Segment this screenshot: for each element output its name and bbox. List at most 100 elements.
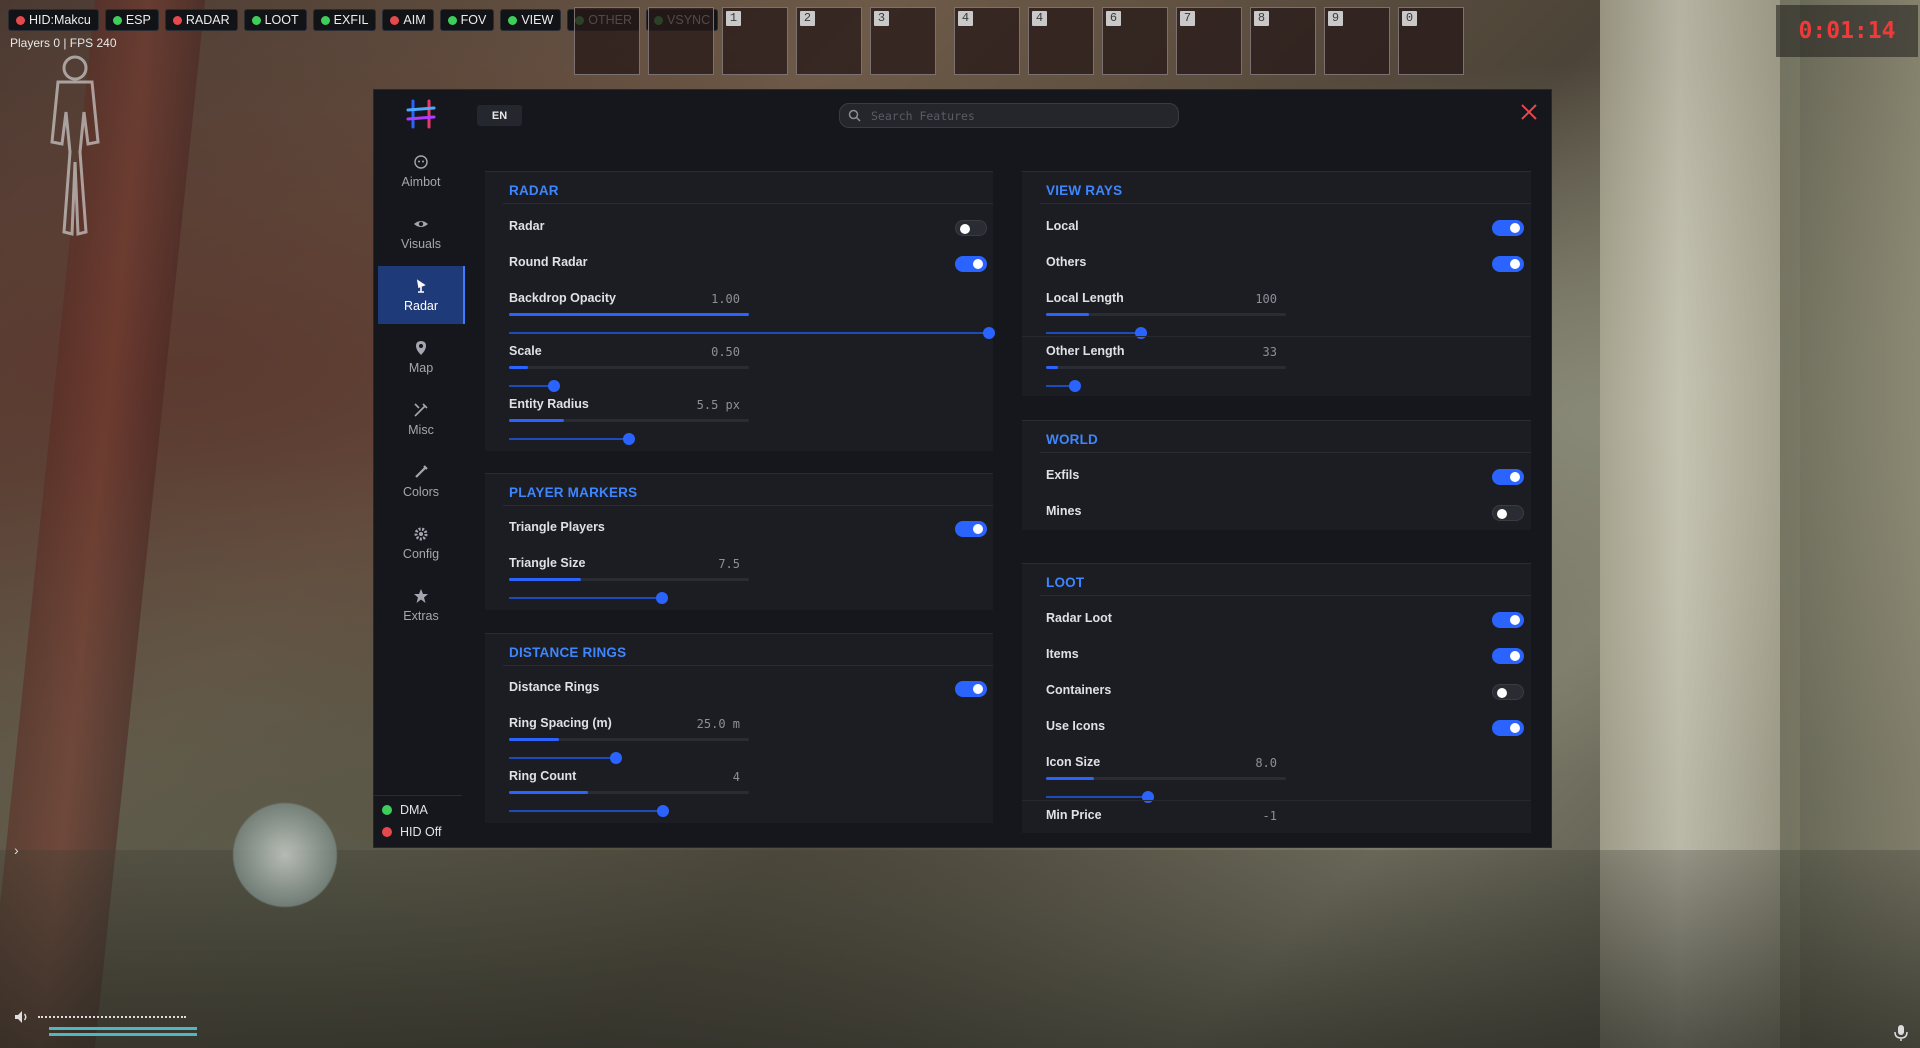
scale-slider[interactable] [509, 380, 560, 392]
round-radar-toggle[interactable] [955, 256, 987, 272]
status-chip-hid-makcu[interactable]: HID:Makcu [8, 9, 99, 31]
sidebar-item-misc[interactable]: Misc [378, 390, 464, 448]
ring-count-label: Ring Count [509, 769, 577, 783]
status-chip-label: HID:Makcu [29, 13, 91, 27]
quick-slot[interactable]: 2 [796, 7, 862, 75]
search-input[interactable] [871, 108, 1161, 123]
status-chip-esp[interactable]: ESP [104, 9, 159, 31]
status-chip-aim[interactable]: AIM [382, 9, 434, 31]
slider-handle[interactable] [1069, 380, 1081, 392]
distance-rings-toggle[interactable] [955, 681, 987, 697]
quick-slot[interactable]: 4 [1028, 7, 1094, 75]
ring-count-slider[interactable] [509, 805, 669, 817]
dma-status-dot [382, 805, 392, 815]
entity-radius-label: Entity Radius [509, 397, 589, 411]
entity-radius-slider[interactable] [509, 433, 635, 445]
section-divider [503, 505, 993, 506]
status-chip-loot[interactable]: LOOT [243, 9, 307, 31]
local-toggle[interactable] [1492, 220, 1524, 236]
radar-loot-toggle[interactable] [1492, 612, 1524, 628]
quick-slot[interactable]: 4 [954, 7, 1020, 75]
others-toggle[interactable] [1492, 256, 1524, 272]
sidebar-item-colors[interactable]: Colors [378, 452, 464, 510]
quick-slot[interactable]: 0 [1398, 7, 1464, 75]
sidebar-item-label: Map [408, 360, 434, 375]
status-chip-label: FOV [460, 13, 487, 27]
backdrop-opacity-slider[interactable] [509, 327, 995, 339]
use-icons-toggle[interactable] [1492, 720, 1524, 736]
status-dot [320, 15, 330, 25]
status-chip-exfil[interactable]: EXFIL [312, 9, 377, 31]
quick-slot[interactable] [648, 7, 714, 75]
raid-timer: 0:01:14 [1776, 5, 1918, 57]
quick-slot[interactable]: 9 [1324, 7, 1390, 75]
other-length-slider[interactable] [1046, 380, 1081, 392]
status-chip-view[interactable]: VIEW [500, 9, 562, 31]
sidebar-item-label: Misc [408, 422, 434, 437]
background-door-frame [1780, 0, 1920, 1048]
sidebar-item-radar[interactable]: Radar [378, 266, 465, 324]
sidebar-item-extras[interactable]: Extras [378, 576, 464, 634]
close-icon[interactable] [1519, 102, 1539, 122]
radar-toggle[interactable] [955, 220, 987, 236]
quick-slot-number: 6 [1106, 11, 1121, 26]
triangle-size-slider[interactable] [509, 592, 668, 604]
slider-handle[interactable] [1142, 791, 1154, 803]
radar-loot-label: Radar Loot [1046, 611, 1112, 625]
status-chip-radar[interactable]: RADAR [164, 9, 238, 31]
section-divider [503, 203, 993, 204]
containers-toggle[interactable] [1492, 684, 1524, 700]
slider-handle[interactable] [610, 752, 622, 764]
scale-label: Scale [509, 344, 542, 358]
ring-spacing-slider[interactable] [509, 752, 622, 764]
quick-slot-number: 1 [726, 11, 741, 26]
quick-slot[interactable]: 8 [1250, 7, 1316, 75]
sidebar-item-label: Aimbot [401, 174, 441, 189]
icon-size-slider[interactable] [1046, 791, 1154, 803]
triangle-players-toggle[interactable] [955, 521, 987, 537]
world-section-title: WORLD [1046, 432, 1098, 447]
quick-slot[interactable]: 6 [1102, 7, 1168, 75]
toggle-knob [1510, 472, 1520, 482]
ring-count-fill [509, 791, 589, 794]
mines-toggle[interactable] [1492, 505, 1524, 521]
quick-slot-number: 3 [874, 11, 889, 26]
local-length-slider[interactable] [1046, 327, 1147, 339]
quick-slot[interactable]: 1 [722, 7, 788, 75]
quick-slot[interactable] [574, 7, 640, 75]
sidebar-item-config[interactable]: Config [378, 514, 464, 572]
other-length-label: Other Length [1046, 344, 1125, 358]
sidebar-item-map[interactable]: Map [378, 328, 464, 386]
slider-handle[interactable] [656, 592, 668, 604]
sidebar-item-label: Radar [403, 298, 439, 313]
round-radar-label: Round Radar [509, 255, 588, 269]
slider-handle[interactable] [623, 433, 635, 445]
status-chip-fov[interactable]: FOV [439, 9, 495, 31]
sidebar-item-visuals[interactable]: Visuals [378, 204, 464, 262]
sidebar-item-aimbot[interactable]: Aimbot [378, 142, 464, 200]
items-toggle[interactable] [1492, 648, 1524, 664]
ring-count-value: 4 [732, 770, 740, 784]
ring-spacing-value: 25.0 m [696, 717, 740, 731]
slider-handle[interactable] [983, 327, 995, 339]
backdrop-opacity-bar [509, 313, 749, 316]
min-price-label: Min Price [1046, 808, 1102, 822]
search-icon [848, 109, 861, 122]
quick-slot[interactable]: 7 [1176, 7, 1242, 75]
hid-status-label: HID Off [400, 825, 442, 839]
sidebar-divider [374, 795, 462, 796]
toggle-knob [1497, 688, 1507, 698]
language-button[interactable]: EN [477, 105, 522, 126]
slider-handle[interactable] [548, 380, 560, 392]
quick-slot[interactable]: 3 [870, 7, 936, 75]
background-paint-can [220, 800, 350, 910]
exfils-toggle[interactable] [1492, 469, 1524, 485]
slider-handle[interactable] [657, 805, 669, 817]
slider-handle[interactable] [1135, 327, 1147, 339]
toggle-knob [1510, 723, 1520, 733]
loot-panel: LOOT Radar Loot Items Containers Use Ico… [1022, 563, 1531, 833]
status-dot [447, 15, 457, 25]
entity-radius-fill [509, 419, 565, 422]
view-rays-panel: VIEW RAYS Local Others Local Length 100 … [1022, 171, 1531, 396]
world-panel: WORLD Exfils Mines [1022, 420, 1531, 530]
